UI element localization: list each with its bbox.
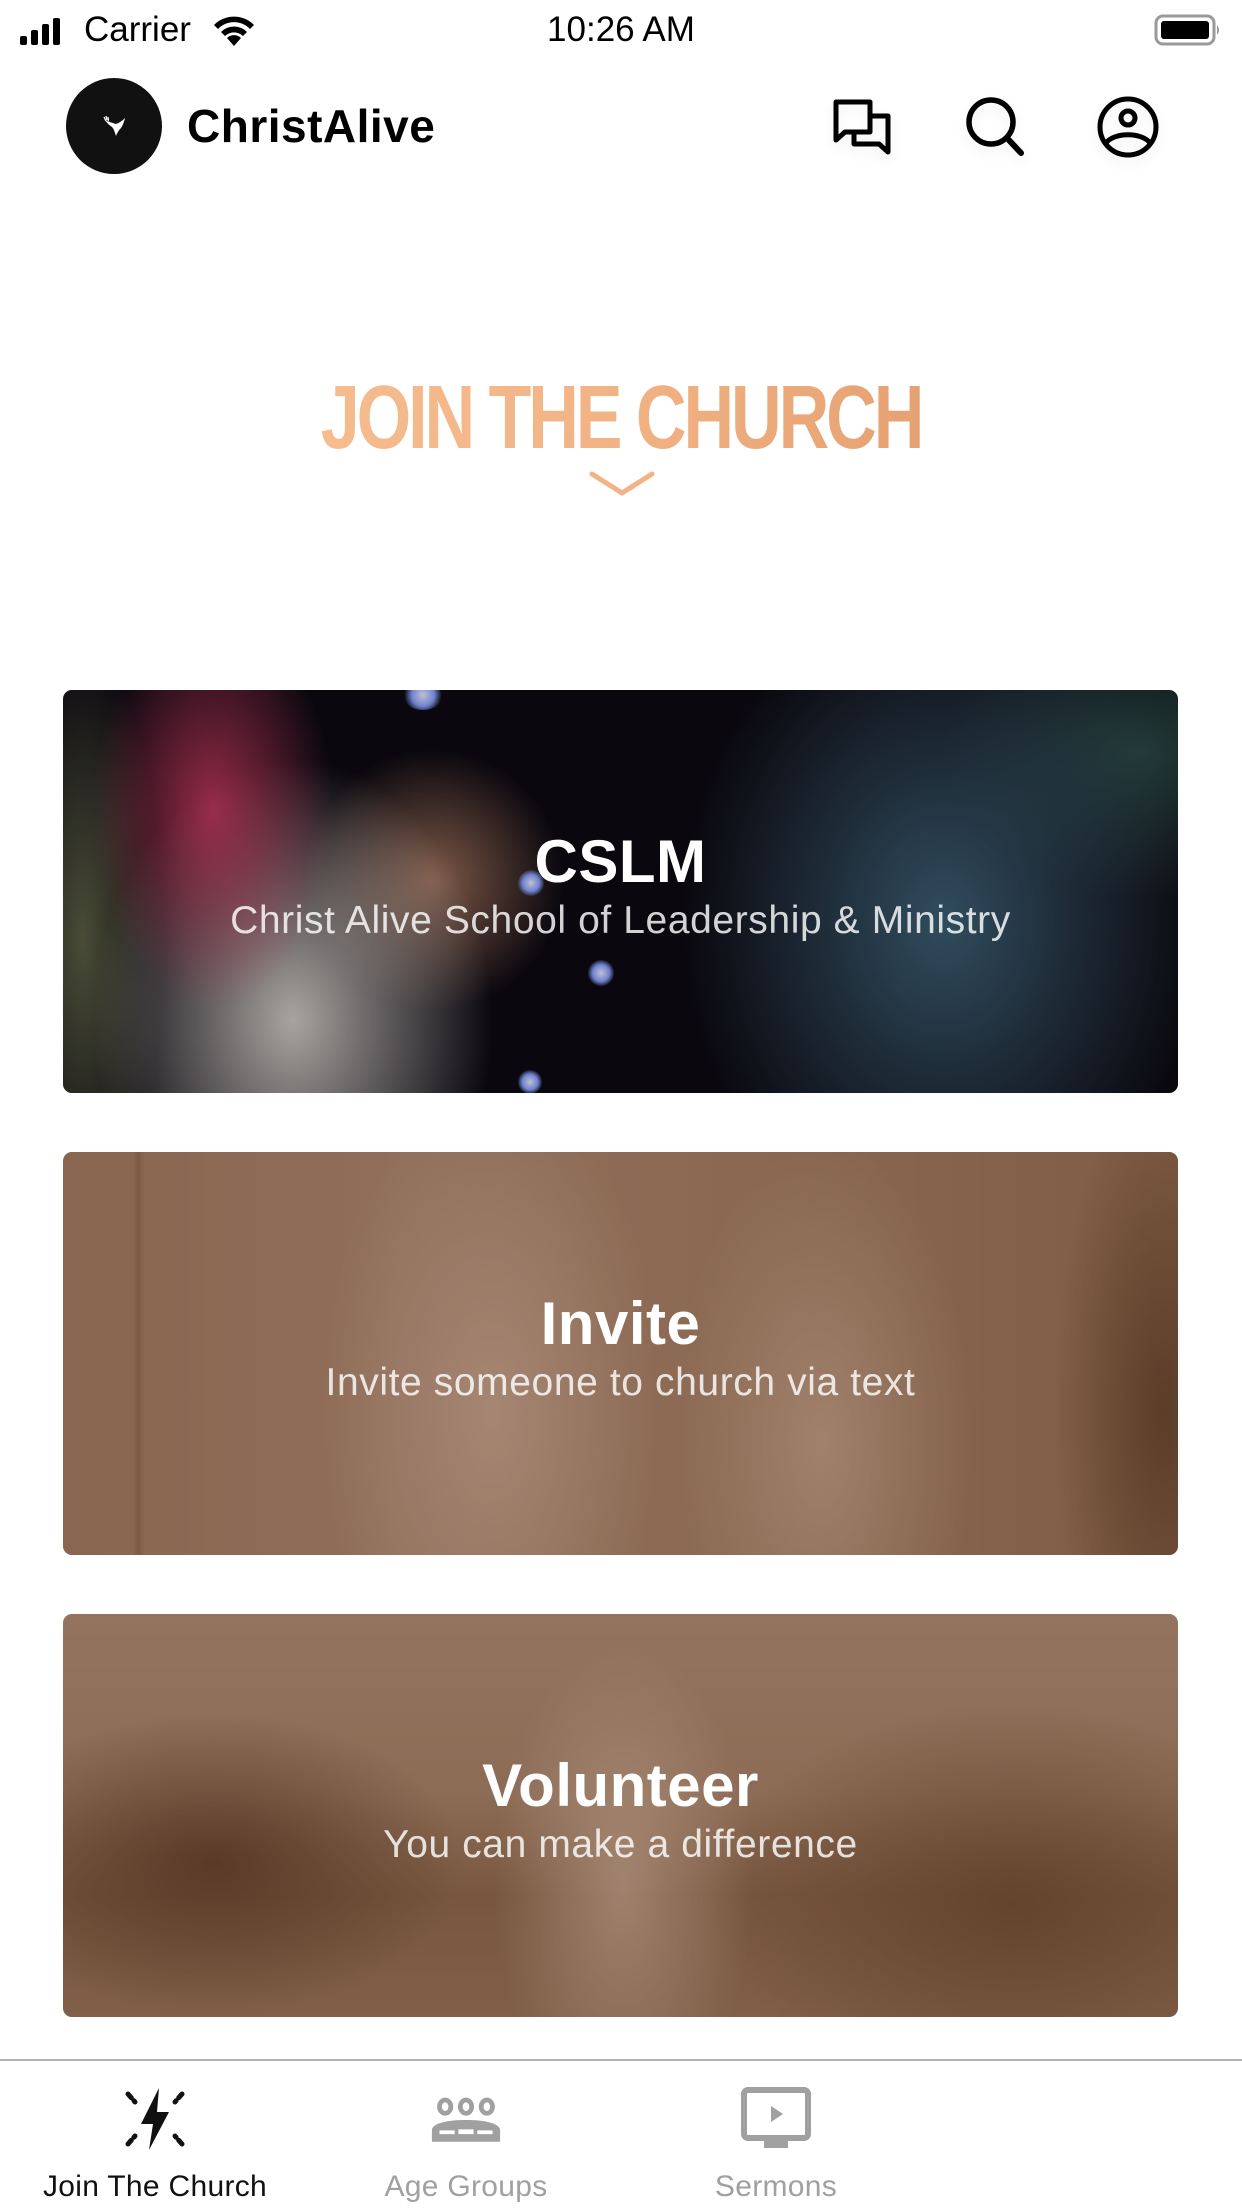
chat-bubbles-icon (833, 99, 891, 155)
card-subtitle: Invite someone to church via text (325, 1360, 916, 1404)
tab-label: Sermons (714, 2170, 838, 2203)
search-icon (966, 97, 1024, 156)
card-invite[interactable]: Invite Invite someone to church via text (63, 1152, 1178, 1555)
chevron-down-icon (589, 471, 655, 496)
tab-age-groups[interactable]: Age Groups (316, 2061, 616, 2208)
card-cslm[interactable]: CSLM Christ Alive School of Leadership &… (63, 690, 1178, 1093)
card-title: Invite (540, 1289, 701, 1357)
lightning-spark-icon (119, 2083, 191, 2155)
app-header: ChristAlive (0, 70, 1242, 182)
user-circle-icon (1097, 96, 1159, 158)
tab-sermons[interactable]: Sermons (626, 2061, 926, 2208)
tab-label: Age Groups (384, 2170, 548, 2203)
section-title: JOIN THE CHURCH (320, 368, 925, 468)
battery-full-icon (1154, 14, 1219, 46)
card-title: Volunteer (482, 1751, 759, 1819)
tab-join-the-church[interactable]: Join The Church (5, 2061, 305, 2208)
app-title: ChristAlive (187, 100, 436, 152)
clock: 10:26 AM (547, 10, 695, 49)
group-people-icon (430, 2083, 502, 2155)
messages-button[interactable] (830, 94, 896, 160)
video-monitor-icon (740, 2083, 812, 2155)
card-title: CSLM (534, 827, 707, 895)
card-subtitle: Christ Alive School of Leadership & Mini… (230, 898, 1011, 942)
tab-bar: Join The Church Age Groups Sermons (0, 2059, 1242, 2208)
dove-icon (103, 115, 125, 136)
card-subtitle: You can make a difference (383, 1822, 858, 1866)
section-heading: JOIN THE CHURCH (0, 368, 1242, 468)
profile-button[interactable] (1095, 94, 1161, 160)
card-volunteer[interactable]: Volunteer You can make a difference (63, 1614, 1178, 2017)
status-bar: Carrier 10:26 AM (0, 0, 1242, 60)
tab-label: Join The Church (42, 2170, 268, 2203)
search-button[interactable] (962, 94, 1028, 160)
dove-logo-icon[interactable] (66, 78, 162, 174)
